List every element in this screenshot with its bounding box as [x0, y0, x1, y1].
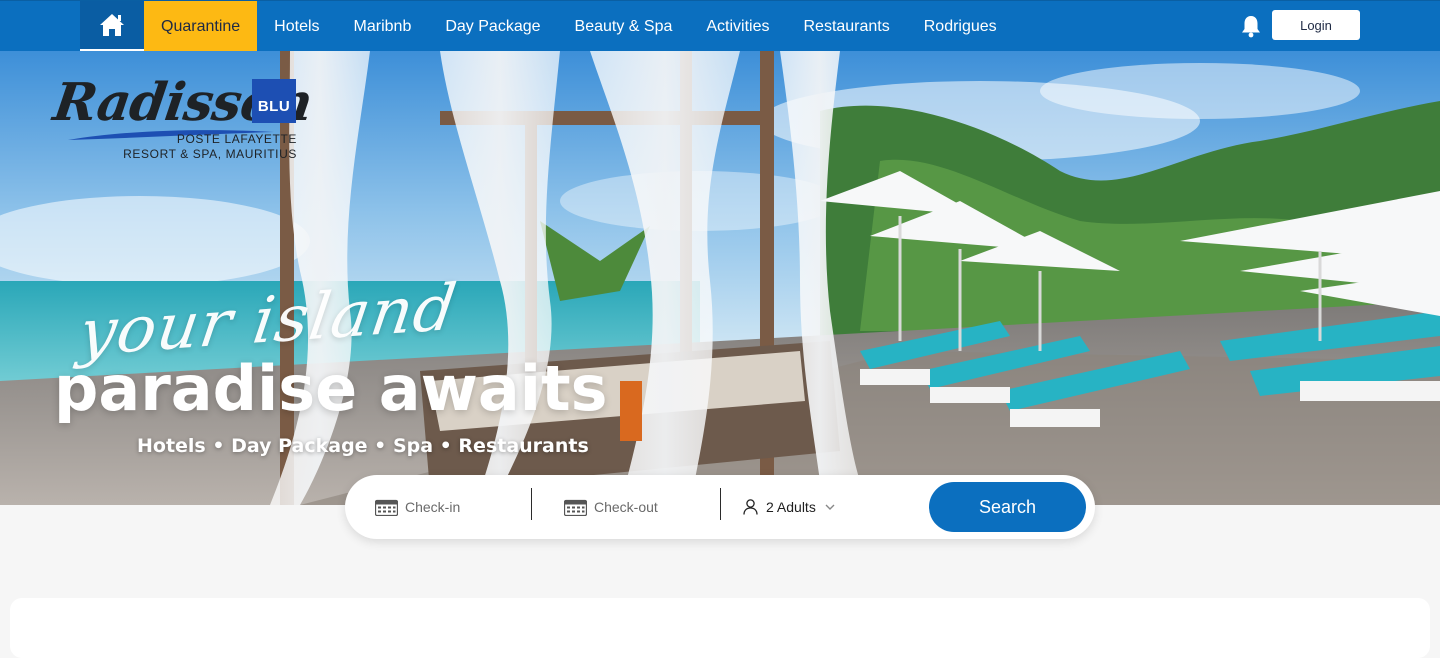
top-navigation-bar: Quarantine Hotels Maribnb Day Package Be… — [0, 0, 1440, 52]
hero-headline: paradise awaits — [54, 352, 608, 425]
guests-selector[interactable]: 2 Adults — [743, 489, 853, 525]
checkout-placeholder: Check-out — [594, 499, 658, 515]
search-button[interactable]: Search — [929, 482, 1086, 532]
brand-subtitle-line1: POSTE LAFAYETTE — [176, 132, 297, 146]
chevron-down-icon — [825, 504, 835, 510]
user-icon — [743, 499, 758, 515]
hero-subline: Hotels • Day Package • Spa • Restaurants — [137, 435, 589, 457]
content-panel — [10, 598, 1430, 658]
nav-item-hotels[interactable]: Hotels — [257, 1, 336, 52]
nav-home[interactable] — [80, 1, 144, 52]
booking-search-bar: Check-in Check-out 2 Adults Search — [345, 475, 1095, 539]
main-nav: Quarantine Hotels Maribnb Day Package Be… — [80, 1, 1014, 52]
checkout-field[interactable]: Check-out — [564, 489, 714, 525]
nav-item-rodrigues[interactable]: Rodrigues — [907, 1, 1014, 52]
radisson-blu-logo[interactable]: Radisson BLU POSTE LAFAYETTE RESORT & SP… — [50, 72, 316, 182]
checkin-field[interactable]: Check-in — [375, 489, 525, 525]
hero-banner: Radisson BLU POSTE LAFAYETTE RESORT & SP… — [0, 51, 1440, 505]
calendar-icon — [564, 499, 587, 516]
nav-item-beauty-spa[interactable]: Beauty & Spa — [558, 1, 690, 52]
home-icon — [100, 14, 124, 36]
guests-value: 2 Adults — [766, 499, 816, 515]
brand-subtitle-line2: RESORT & SPA, MAURITIUS — [123, 147, 297, 161]
login-button[interactable]: Login — [1272, 10, 1360, 40]
bell-icon[interactable] — [1240, 14, 1262, 38]
nav-item-day-package[interactable]: Day Package — [428, 1, 557, 52]
nav-item-activities[interactable]: Activities — [689, 1, 786, 52]
divider — [720, 488, 721, 520]
nav-item-quarantine[interactable]: Quarantine — [144, 1, 258, 52]
nav-item-maribnb[interactable]: Maribnb — [337, 1, 429, 52]
calendar-icon — [375, 499, 398, 516]
nav-item-restaurants[interactable]: Restaurants — [786, 1, 906, 52]
divider — [531, 488, 532, 520]
brand-badge: BLU — [252, 79, 296, 123]
checkin-placeholder: Check-in — [405, 499, 461, 515]
